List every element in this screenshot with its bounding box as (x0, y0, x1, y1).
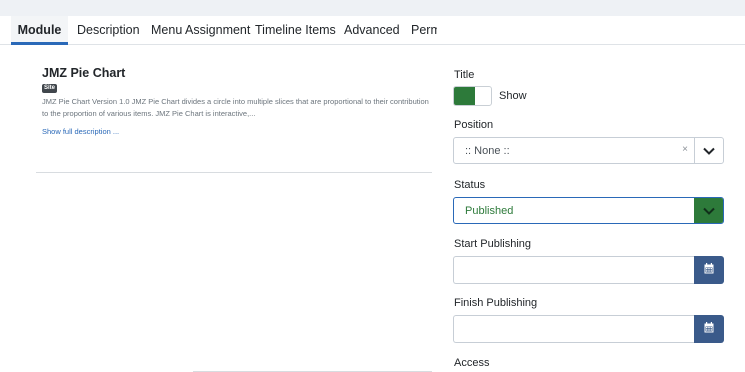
module-description-text: JMZ Pie Chart Version 1.0 JMZ Pie Chart … (42, 97, 429, 118)
toggle-on-indicator (454, 87, 475, 105)
show-full-description-link[interactable]: Show full description ... (42, 127, 119, 136)
tab-timeline-items[interactable]: Timeline Items (255, 16, 336, 45)
module-title: JMZ Pie Chart (42, 66, 126, 80)
tab-menu-assignment[interactable]: Menu Assignment (151, 16, 250, 45)
position-label: Position (454, 119, 494, 131)
start-publishing-input[interactable] (453, 256, 694, 284)
title-show-toggle[interactable] (453, 86, 492, 106)
access-label: Access (454, 357, 490, 369)
position-select[interactable]: :: None :: × (453, 137, 724, 164)
status-value: Published (465, 205, 514, 217)
position-dropdown-button[interactable] (694, 138, 723, 163)
title-label: Title (454, 69, 475, 81)
clear-icon[interactable]: × (682, 144, 688, 155)
tab-permissions[interactable]: Permissions (411, 16, 437, 45)
chevron-down-icon (703, 142, 715, 160)
status-label: Status (454, 179, 486, 191)
tab-description[interactable]: Description (77, 16, 140, 45)
module-edit-panel: Module Description Menu Assignment Timel… (0, 16, 745, 372)
calendar-icon (704, 320, 714, 338)
tab-module[interactable]: Module (11, 16, 68, 45)
start-publishing-calendar-button[interactable] (694, 256, 724, 284)
tab-advanced[interactable]: Advanced (344, 16, 400, 45)
tab-strip: Module Description Menu Assignment Timel… (0, 16, 437, 45)
status-dropdown-button[interactable] (694, 198, 723, 223)
chevron-down-icon (703, 202, 715, 220)
site-badge: Site (42, 84, 58, 93)
tab-bar: Module Description Menu Assignment Timel… (0, 16, 745, 45)
status-select[interactable]: Published (453, 197, 724, 224)
finish-publishing-calendar-button[interactable] (694, 315, 724, 343)
module-description: JMZ Pie Chart Site JMZ Pie Chart Version… (42, 66, 434, 136)
toggle-show-label: Show (499, 90, 527, 102)
finish-publishing-label: Finish Publishing (454, 297, 538, 309)
finish-publishing-input[interactable] (453, 315, 694, 343)
divider (36, 172, 432, 173)
start-publishing-label: Start Publishing (454, 238, 532, 250)
calendar-icon (704, 261, 714, 279)
position-value: :: None :: (465, 145, 510, 157)
